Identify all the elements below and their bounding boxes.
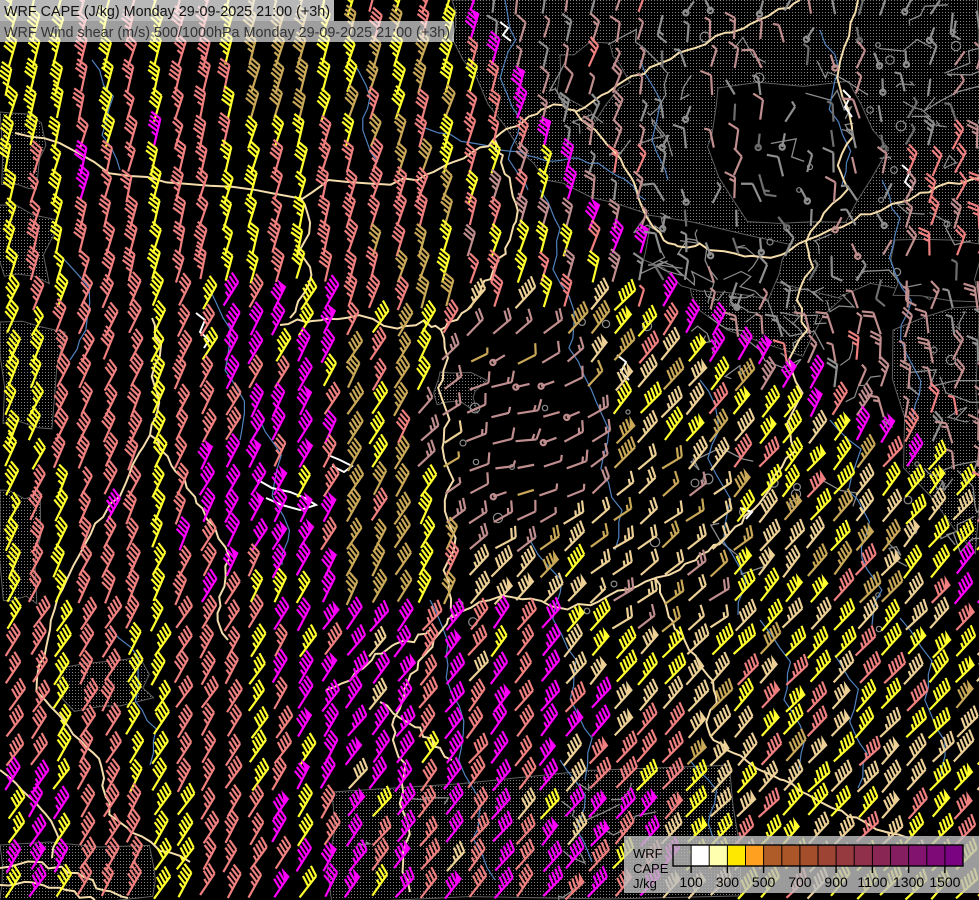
svg-text:300: 300 [716, 874, 740, 890]
svg-text:100: 100 [679, 874, 703, 890]
svg-text:500: 500 [752, 874, 776, 890]
svg-text:700: 700 [788, 874, 812, 890]
svg-text:1500: 1500 [929, 874, 960, 890]
svg-text:WRF: WRF [633, 846, 663, 861]
svg-text:900: 900 [824, 874, 848, 890]
svg-text:CAPE: CAPE [633, 861, 669, 876]
svg-text:1300: 1300 [893, 874, 924, 890]
svg-text:1100: 1100 [857, 874, 887, 890]
svg-text:WRF CAPE (J/kg) Monday 29-09-2: WRF CAPE (J/kg) Monday 29-09-2025 21:00 … [4, 3, 330, 20]
svg-text:WRF Wind shear (m/s) 500/1000h: WRF Wind shear (m/s) 500/1000hPa Monday … [4, 24, 450, 41]
svg-text:J/kg: J/kg [633, 876, 657, 891]
